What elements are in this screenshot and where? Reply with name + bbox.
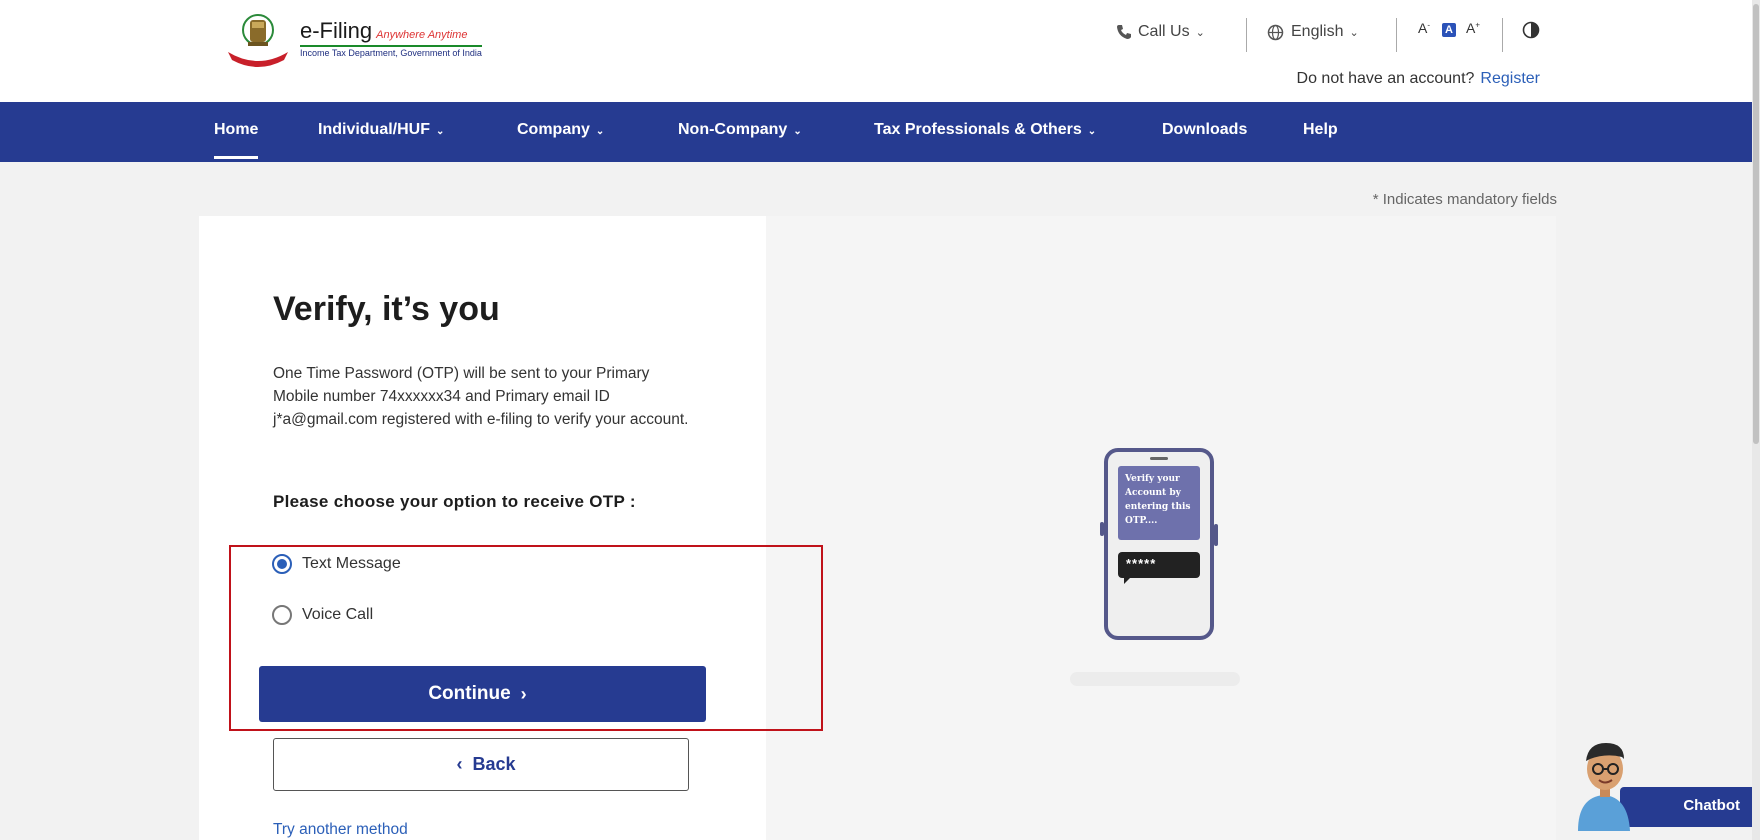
continue-label: Continue [428, 683, 511, 704]
nav-company[interactable]: Company ⌄ [517, 102, 604, 162]
brand-tagline: Anywhere Anytime [376, 29, 468, 41]
brand-name: e-Filing Anywhere Anytime [300, 18, 468, 43]
phone-icon [1117, 25, 1131, 39]
chevron-down-icon: ⌄ [1195, 26, 1205, 39]
otp-mask-bubble: ***** [1118, 552, 1200, 584]
chevron-left-icon: ‹ [456, 754, 463, 774]
department-name: Income Tax Department, Government of Ind… [300, 48, 482, 58]
emblem-icon [228, 14, 288, 67]
radio-label: Voice Call [302, 606, 374, 623]
nav-downloads[interactable]: Downloads [1162, 102, 1247, 162]
radio-text-message[interactable]: Text Message [272, 552, 401, 576]
call-us-dropdown[interactable]: Call Us ⌄ [1116, 20, 1205, 44]
font-increase-button[interactable]: A+ [1466, 20, 1480, 36]
otp-description: One Time Password (OTP) will be sent to … [273, 365, 689, 428]
main-nav: Home Individual/HUF ⌄ Company ⌄ Non-Compan… [0, 102, 1760, 162]
top-header: e-Filing Anywhere Anytime Income Tax Depa… [0, 0, 1760, 102]
otp-message-bubble: Verify your Account by entering this OTP… [1118, 466, 1200, 540]
nav-non-company[interactable]: Non-Company ⌄ [678, 102, 802, 162]
chevron-down-icon: ⌄ [1349, 26, 1359, 39]
back-label: Back [472, 754, 516, 774]
otp-option-label: Please choose your option to receive OTP… [273, 492, 636, 511]
chevron-down-icon: ⌄ [793, 126, 802, 137]
efiling-logo[interactable]: e-Filing Anywhere Anytime Income Tax Depa… [222, 12, 484, 70]
divider [1502, 18, 1503, 52]
chevron-right-icon: › [520, 683, 527, 704]
divider [1246, 18, 1247, 52]
brand-underline [300, 45, 482, 47]
page-scrollbar[interactable] [1752, 0, 1760, 840]
chatbot-avatar-icon [1578, 743, 1630, 831]
chevron-down-icon: ⌄ [595, 126, 605, 137]
phone-speaker [1150, 457, 1168, 460]
account-prompt: Do not have an account? Register [1296, 70, 1540, 87]
contrast-icon[interactable] [1522, 21, 1540, 39]
back-button[interactable]: ‹ Back [273, 738, 689, 791]
phone-side-button [1100, 522, 1104, 536]
radio-button[interactable] [272, 605, 292, 625]
register-link[interactable]: Register [1480, 70, 1540, 87]
call-us-label: Call Us [1138, 23, 1190, 40]
chatbot-label: Chatbot [1620, 787, 1756, 827]
nav-home[interactable]: Home [214, 102, 259, 162]
mandatory-note: * Indicates mandatory fields [1372, 191, 1557, 208]
chevron-down-icon: ⌄ [436, 126, 445, 137]
nav-individual-huf[interactable]: Individual/HUF ⌄ [318, 102, 444, 162]
try-another-method-link[interactable]: Try another method [273, 821, 408, 839]
radio-voice-call[interactable]: Voice Call [272, 603, 373, 627]
phone-shadow [1070, 672, 1240, 686]
continue-button[interactable]: Continue › [259, 666, 706, 722]
language-dropdown[interactable]: English ⌄ [1267, 20, 1359, 44]
font-decrease-button[interactable]: A- [1418, 20, 1430, 36]
globe-icon [1267, 24, 1284, 40]
phone-side-button [1214, 524, 1218, 546]
divider [1396, 18, 1397, 52]
nav-help[interactable]: Help [1303, 102, 1338, 162]
nav-tax-professionals[interactable]: Tax Professionals & Others ⌄ [874, 102, 1096, 162]
page-title: Verify, it’s you [273, 290, 500, 328]
language-label: English [1291, 23, 1344, 40]
chatbot-widget[interactable]: Chatbot [1570, 735, 1756, 831]
radio-label: Text Message [302, 555, 401, 572]
scrollbar-thumb[interactable] [1753, 4, 1759, 444]
chevron-down-icon: ⌄ [1087, 126, 1097, 137]
radio-button-checked[interactable] [272, 554, 292, 574]
phone-illustration: Verify your Account by entering this OTP… [1100, 448, 1218, 640]
font-default-button[interactable]: A [1442, 20, 1456, 37]
